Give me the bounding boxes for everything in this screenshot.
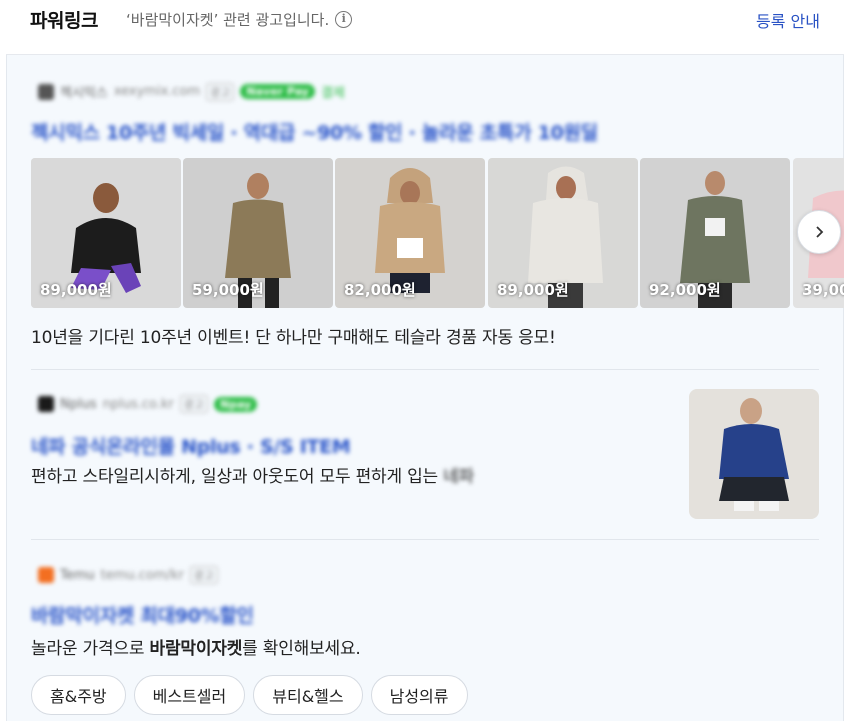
- divider: [31, 539, 819, 540]
- product-price: 39,000원: [802, 281, 844, 299]
- powerlink-title: 파워링크: [30, 10, 98, 32]
- product-price: 89,000원: [40, 281, 112, 299]
- ad3-meta: Temu temu.com/kr 광고: [38, 566, 219, 584]
- divider: [31, 369, 819, 370]
- chip-bestseller[interactable]: 베스트셀러: [133, 675, 246, 715]
- info-icon[interactable]: i: [335, 11, 353, 28]
- site-favicon-icon: [38, 567, 54, 583]
- ad2-tag: 광고: [179, 395, 208, 413]
- product-carousel: 89,000원 59,000원 82,000원 89,000원 92,000원 …: [31, 158, 844, 308]
- product-card[interactable]: 89,000원: [488, 158, 638, 308]
- product-card[interactable]: 59,000원: [183, 158, 333, 308]
- ad2-description-text: 편하고 스타일리시하게, 일상과 아웃도어 모두 편하게 입는: [31, 467, 444, 487]
- product-price: 59,000원: [192, 281, 264, 299]
- ad2-title[interactable]: 네파 공식온라인몰 Nplus · S/S ITEM: [31, 432, 351, 459]
- ad3-title[interactable]: 바람막이자켓 최대90%할인: [31, 601, 254, 628]
- ad3-url[interactable]: temu.com/kr: [101, 568, 184, 583]
- ad3-description-post: 를 확인해보세요.: [242, 639, 361, 659]
- ad1-url[interactable]: xexymix.com: [114, 84, 200, 99]
- ad2-pay-badge: Npay: [214, 396, 258, 412]
- ad3-description-pre: 놀라운 가격으로: [31, 639, 150, 659]
- ad2-url[interactable]: nplus.co.kr: [103, 397, 174, 412]
- carousel-next-button[interactable]: [797, 210, 841, 254]
- chevron-right-icon: [816, 226, 824, 238]
- product-price: 82,000원: [344, 281, 416, 299]
- ad2-site-name[interactable]: Nplus: [60, 397, 97, 412]
- ad3-description: 놀라운 가격으로 바람막이자켓를 확인해보세요.: [31, 634, 361, 659]
- ad2-thumbnail-image: [689, 389, 819, 519]
- product-card[interactable]: 82,000원: [335, 158, 485, 308]
- product-card[interactable]: 89,000원: [31, 158, 181, 308]
- ad1-pay-badge: Naver Pay: [240, 84, 315, 99]
- ad2-description-tail: 네파: [443, 467, 475, 487]
- ad2-thumbnail[interactable]: [689, 389, 819, 519]
- ad2-description: 편하고 스타일리시하게, 일상과 아웃도어 모두 편하게 입는 네파: [31, 462, 474, 487]
- ad1-description: 10년을 기다린 10주년 이벤트! 단 하나만 구매해도 테슬라 경품 자동 …: [31, 328, 556, 348]
- product-price: 89,000원: [497, 281, 569, 299]
- subtitle-text: ‘바람막이자켓’ 관련 광고입니다.: [126, 11, 330, 29]
- ad3-tag: 광고: [189, 566, 219, 584]
- product-card[interactable]: 92,000원: [640, 158, 790, 308]
- site-favicon-icon: [38, 396, 54, 412]
- ad2-meta: Nplus nplus.co.kr 광고 Npay: [38, 395, 258, 413]
- powerlink-header: 파워링크 ‘바람막이자켓’ 관련 광고입니다. i 등록 안내: [6, 0, 844, 55]
- powerlink-subtitle: ‘바람막이자켓’ 관련 광고입니다. i: [126, 9, 353, 30]
- chip-mens-clothing[interactable]: 남성의류: [370, 675, 468, 715]
- ad1-extra: 결제: [320, 86, 345, 101]
- ad1-title[interactable]: 젝시믹스 10주년 빅세일 · 역대급 ~90% 할인 · 놀라운 초특가 10…: [31, 118, 598, 145]
- chip-home-kitchen[interactable]: 홈&주방: [31, 675, 126, 715]
- product-price: 92,000원: [649, 281, 721, 299]
- ad1-tag: 광고: [206, 82, 235, 101]
- category-chips: 홈&주방 베스트셀러 뷰티&헬스 남성의류: [31, 675, 468, 715]
- ad3-description-keyword: 바람막이자켓: [149, 639, 243, 659]
- ad3-site-name[interactable]: Temu: [60, 568, 95, 583]
- register-link[interactable]: 등록 안내: [756, 8, 820, 32]
- ad1-site-name[interactable]: 젝시믹스: [60, 82, 108, 101]
- ad1-meta: 젝시믹스 xexymix.com 광고 Naver Pay 결제: [38, 82, 345, 101]
- site-favicon-icon: [38, 83, 54, 100]
- chip-beauty-health[interactable]: 뷰티&헬스: [253, 675, 363, 715]
